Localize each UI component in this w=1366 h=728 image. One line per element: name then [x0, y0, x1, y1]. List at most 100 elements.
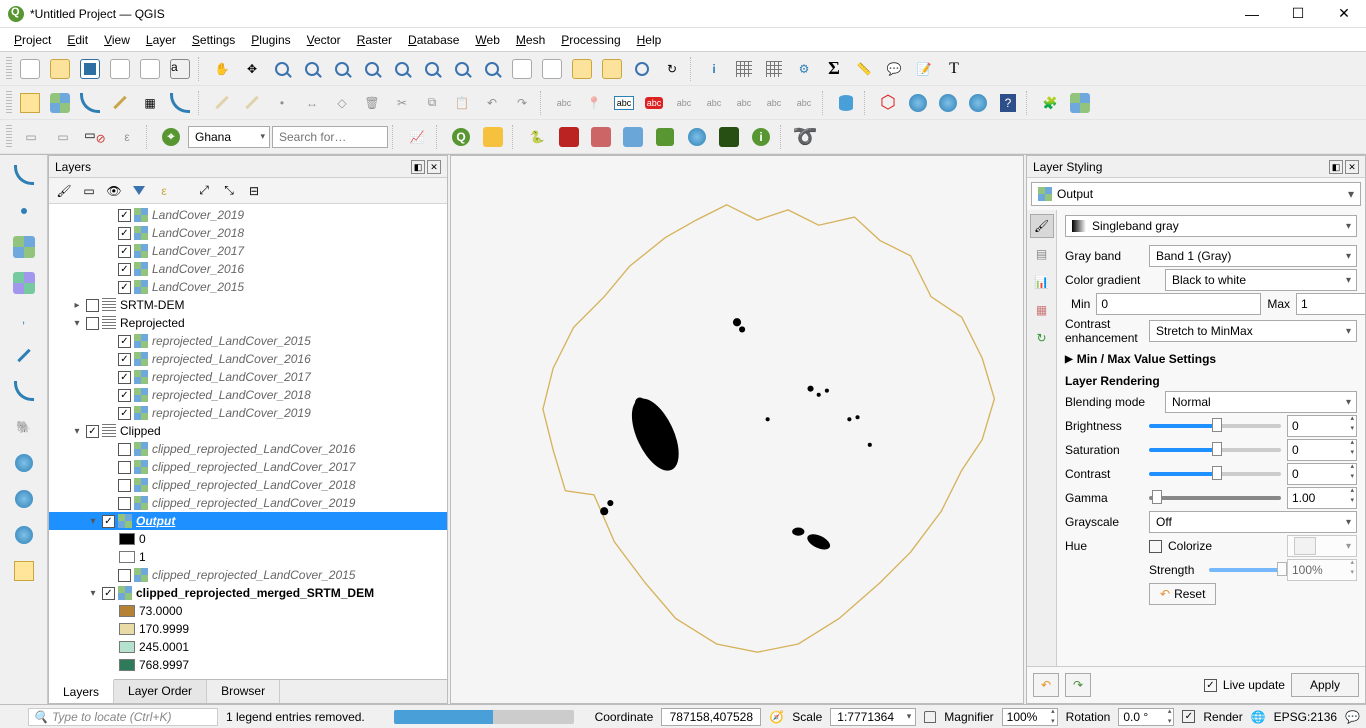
- gamma-slider[interactable]: [1149, 487, 1281, 509]
- gray-band-combo[interactable]: Band 1 (Gray): [1149, 245, 1357, 267]
- layer-node[interactable]: clipped_reprojected_LandCover_2016: [49, 440, 447, 458]
- plugin-r2-button[interactable]: [586, 122, 616, 152]
- db-manager-button[interactable]: [832, 89, 860, 117]
- add-vector-layer-button[interactable]: [16, 89, 44, 117]
- qgis-icon-small[interactable]: [6, 710, 20, 724]
- render-checkbox[interactable]: [1182, 710, 1195, 723]
- layer-node[interactable]: reprojected_LandCover_2017: [49, 368, 447, 386]
- add-mesh-button[interactable]: [8, 267, 40, 299]
- contrast-slider[interactable]: [1149, 463, 1281, 485]
- visibility-checkbox[interactable]: [118, 497, 131, 510]
- menu-vector[interactable]: Vector: [299, 30, 349, 50]
- layer-node[interactable]: ▸SRTM-DEM: [49, 296, 447, 314]
- close-button[interactable]: ✕: [1330, 4, 1358, 24]
- plugin-g1-button[interactable]: [650, 122, 680, 152]
- measure-button[interactable]: 📏: [850, 55, 878, 83]
- panel-float-button[interactable]: ◧: [1329, 160, 1343, 174]
- label-tool-7-button[interactable]: abc: [790, 89, 818, 117]
- visibility-checkbox[interactable]: [118, 281, 131, 294]
- layer-tree[interactable]: LandCover_2019LandCover_2018LandCover_20…: [49, 204, 447, 679]
- visibility-checkbox[interactable]: [86, 317, 99, 330]
- layer-node[interactable]: 73.0000: [49, 602, 447, 620]
- gamma-spin[interactable]: 1.00: [1287, 487, 1357, 509]
- add-wfs-button[interactable]: [8, 519, 40, 551]
- layer-node[interactable]: reprojected_LandCover_2018: [49, 386, 447, 404]
- extents-icon[interactable]: 🧭: [769, 710, 784, 724]
- layer-node[interactable]: reprojected_LandCover_2019: [49, 404, 447, 422]
- style-undo-button[interactable]: ↶: [1033, 673, 1059, 697]
- menu-settings[interactable]: Settings: [184, 30, 243, 50]
- statistics-button[interactable]: Σ: [820, 55, 848, 83]
- label-tool-4-button[interactable]: abc: [700, 89, 728, 117]
- layer-node[interactable]: reprojected_LandCover_2015: [49, 332, 447, 350]
- add-postgis-button[interactable]: 🐘: [8, 411, 40, 443]
- temporal-controller-button[interactable]: [628, 55, 656, 83]
- new-bookmark-button[interactable]: [568, 55, 596, 83]
- visibility-checkbox[interactable]: [118, 227, 131, 240]
- add-raster-button[interactable]: [8, 231, 40, 263]
- colorize-checkbox[interactable]: [1149, 540, 1162, 553]
- brightness-slider[interactable]: [1149, 415, 1281, 437]
- color-gradient-combo[interactable]: Black to white: [1165, 269, 1357, 291]
- add-raster-layer-button[interactable]: [46, 89, 74, 117]
- label-tool-3-button[interactable]: abc: [670, 89, 698, 117]
- add-wms-button[interactable]: [8, 447, 40, 479]
- coordinate-input[interactable]: [661, 708, 761, 726]
- plugin-y-button[interactable]: [478, 122, 508, 152]
- select-button[interactable]: ▭: [16, 122, 46, 152]
- delete-button[interactable]: 🗑: [358, 89, 386, 117]
- apply-button[interactable]: Apply: [1291, 673, 1359, 697]
- contrast-combo[interactable]: Stretch to MinMax: [1149, 320, 1357, 342]
- menu-view[interactable]: View: [96, 30, 138, 50]
- save-project-button[interactable]: [76, 55, 104, 83]
- select-expression-button[interactable]: ε: [112, 122, 142, 152]
- new-map-view-button[interactable]: [508, 55, 536, 83]
- new-print-layout-button[interactable]: [106, 55, 134, 83]
- annotation-button[interactable]: 📝: [910, 55, 938, 83]
- metasearch-2-button[interactable]: [934, 89, 962, 117]
- epsg-label[interactable]: EPSG:2136: [1274, 710, 1337, 724]
- layer-node[interactable]: LandCover_2017: [49, 242, 447, 260]
- country-combo[interactable]: Ghana: [188, 126, 270, 148]
- layer-node[interactable]: clipped_reprojected_LandCover_2017: [49, 458, 447, 476]
- label-abc-button[interactable]: abc: [550, 89, 578, 117]
- save-edits-button[interactable]: [238, 89, 266, 117]
- qgis-plugin-button[interactable]: Q: [446, 122, 476, 152]
- layer-node[interactable]: LandCover_2015: [49, 278, 447, 296]
- map-tips-button[interactable]: 💬: [880, 55, 908, 83]
- strength-spin[interactable]: 100%: [1287, 559, 1357, 581]
- visibility-checkbox[interactable]: [102, 587, 115, 600]
- max-input[interactable]: [1296, 293, 1365, 315]
- visibility-button[interactable]: 👁: [103, 180, 125, 202]
- minmax-section-header[interactable]: ▶Min / Max Value Settings: [1057, 346, 1365, 368]
- layer-node[interactable]: 170.9999: [49, 620, 447, 638]
- plugin-orange-button[interactable]: ➰: [790, 122, 820, 152]
- metasearch-button[interactable]: [904, 89, 932, 117]
- menu-edit[interactable]: Edit: [59, 30, 96, 50]
- search-input[interactable]: [272, 126, 388, 148]
- layer-node[interactable]: ▾clipped_reprojected_merged_SRTM_DEM: [49, 584, 447, 602]
- maximize-button[interactable]: ☐: [1284, 4, 1312, 24]
- text-annotation-button[interactable]: T: [940, 55, 968, 83]
- show-bookmarks-button[interactable]: [598, 55, 626, 83]
- expand-toggle[interactable]: ▾: [71, 426, 83, 437]
- add-virtual-button[interactable]: [8, 375, 40, 407]
- rotation-spin[interactable]: 0.0 °: [1118, 708, 1174, 726]
- min-input[interactable]: [1096, 293, 1261, 315]
- new-project-button[interactable]: [16, 55, 44, 83]
- refresh-button[interactable]: ↻: [658, 55, 686, 83]
- add-delimited-button[interactable]: ,: [8, 303, 40, 335]
- remove-layer-button[interactable]: ⊟: [243, 180, 265, 202]
- layer-node[interactable]: clipped_reprojected_LandCover_2018: [49, 476, 447, 494]
- toolbar-grip[interactable]: [6, 125, 12, 149]
- layer-node[interactable]: clipped_reprojected_LandCover_2019: [49, 494, 447, 512]
- tab-symbology[interactable]: 🖌: [1030, 214, 1054, 238]
- plugin-info-button[interactable]: i: [746, 122, 776, 152]
- chart-button[interactable]: 📈: [402, 122, 432, 152]
- add-point-button[interactable]: [8, 195, 40, 227]
- tab-history[interactable]: ↻: [1030, 326, 1054, 350]
- open-project-button[interactable]: [46, 55, 74, 83]
- layer-node[interactable]: clipped_reprojected_LandCover_2015: [49, 566, 447, 584]
- topology-checker-button[interactable]: [166, 89, 194, 117]
- tab-rendering[interactable]: ▦: [1030, 298, 1054, 322]
